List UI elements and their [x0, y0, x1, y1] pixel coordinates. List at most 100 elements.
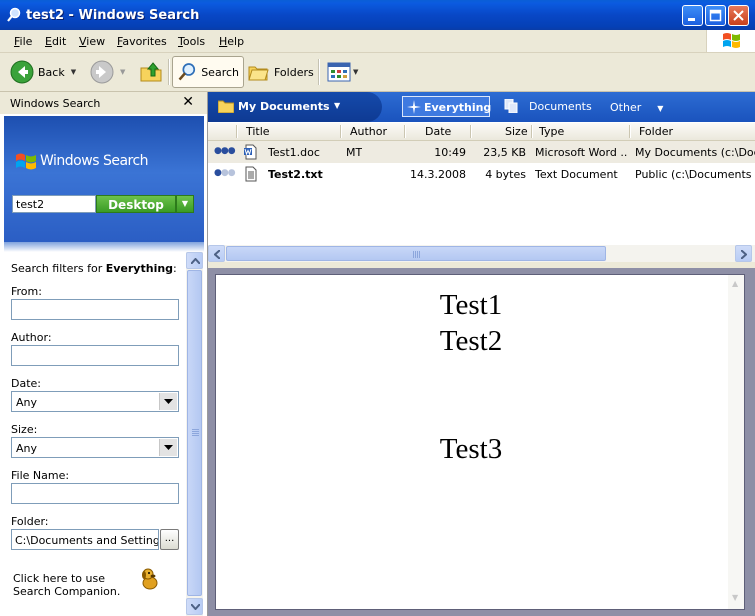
- scroll-left-button[interactable]: [208, 245, 225, 262]
- folders-button[interactable]: Folders: [248, 56, 314, 88]
- location-selector[interactable]: My Documents ▼: [208, 92, 382, 122]
- windows-logo-icon: [16, 153, 36, 170]
- views-icon: [327, 62, 351, 82]
- minimize-button[interactable]: [682, 5, 703, 26]
- scope-dropdown-icon[interactable]: ▼: [176, 195, 194, 213]
- title-bar[interactable]: test2 - Windows Search: [0, 0, 755, 30]
- menu-view[interactable]: View: [79, 35, 105, 48]
- maximize-icon: [709, 9, 722, 22]
- scope-bar: My Documents ▼ Everything Documents Othe…: [208, 92, 755, 122]
- results-horizontal-scrollbar[interactable]: [208, 245, 755, 262]
- forward-dropdown-icon[interactable]: ▼: [120, 68, 125, 76]
- back-button[interactable]: Back ▼: [10, 56, 76, 88]
- author-input[interactable]: [11, 345, 179, 366]
- date-select[interactable]: Any: [11, 391, 179, 412]
- result-title: Test2.txt: [268, 168, 323, 181]
- menu-bar: File Edit View Favorites Tools Help: [0, 30, 755, 53]
- search-pane-header: Windows Search ✕: [0, 92, 207, 114]
- search-button[interactable]: Search: [172, 56, 244, 88]
- menu-help[interactable]: Help: [219, 35, 244, 48]
- preview-scrollbar[interactable]: ▲ ▼: [728, 275, 744, 609]
- toolbar-separator: [318, 59, 320, 85]
- folder-up-icon: [140, 62, 162, 82]
- back-dropdown-icon[interactable]: ▼: [71, 68, 76, 76]
- from-input[interactable]: [11, 299, 179, 320]
- search-banner: Windows Search test2 Desktop ▼: [4, 116, 204, 242]
- chevron-left-icon: [214, 250, 220, 259]
- filters-scrollbar[interactable]: [186, 252, 203, 616]
- from-label: From:: [11, 285, 42, 298]
- result-title: Test1.doc: [268, 146, 320, 159]
- result-author: MT: [346, 146, 363, 159]
- forward-button[interactable]: ▼: [90, 56, 125, 88]
- column-date[interactable]: Date: [425, 125, 451, 138]
- chevron-down-icon: [191, 604, 200, 610]
- relevance-indicator: ●●●: [214, 146, 236, 156]
- scroll-up-button[interactable]: [186, 252, 203, 269]
- chevron-down-icon[interactable]: [159, 393, 177, 410]
- filename-label: File Name:: [11, 469, 70, 482]
- banner-fade: [4, 242, 204, 252]
- maximize-button[interactable]: [705, 5, 726, 26]
- tab-everything[interactable]: Everything: [402, 96, 491, 117]
- result-type: Microsoft Word ...: [535, 146, 627, 159]
- search-pane: Windows Search ✕ Windows Search test2 De…: [0, 92, 208, 616]
- table-row[interactable]: ●●● Test2.txt 14.3.2008 4 bytes Text Doc…: [208, 163, 755, 185]
- column-author[interactable]: Author: [350, 125, 387, 138]
- menu-tools[interactable]: Tools: [178, 35, 205, 48]
- browse-folder-button[interactable]: ...: [160, 529, 179, 550]
- search-companion-link[interactable]: Click here to use Search Companion.: [13, 572, 138, 598]
- up-folder-button[interactable]: [139, 56, 163, 88]
- menu-edit[interactable]: Edit: [45, 35, 66, 48]
- size-select[interactable]: Any: [11, 437, 179, 458]
- result-folder: My Documents (c:\Docum: [635, 146, 755, 159]
- search-pane-title: Windows Search: [10, 97, 101, 110]
- menu-file[interactable]: File: [14, 35, 32, 48]
- scroll-thumb[interactable]: [187, 270, 202, 596]
- scope-button[interactable]: Desktop: [96, 195, 176, 213]
- scroll-right-button[interactable]: [735, 245, 752, 262]
- result-date: 14.3.2008: [410, 168, 466, 181]
- everything-star-icon: [407, 100, 421, 114]
- column-folder[interactable]: Folder: [639, 125, 673, 138]
- location-dropdown-icon[interactable]: ▼: [334, 101, 340, 110]
- scroll-down-button[interactable]: [186, 598, 203, 615]
- brand-name: Windows Search: [40, 153, 149, 169]
- column-title[interactable]: Title: [246, 125, 270, 138]
- column-size[interactable]: Size: [505, 125, 528, 138]
- chevron-up-icon: [191, 258, 200, 264]
- horizontal-scroll-thumb[interactable]: [226, 246, 606, 261]
- column-type[interactable]: Type: [539, 125, 564, 138]
- chevron-right-icon: [741, 250, 747, 259]
- chevron-up-icon[interactable]: ▲: [732, 279, 738, 288]
- close-pane-icon[interactable]: ✕: [182, 94, 194, 110]
- chevron-down-icon[interactable]: [159, 439, 177, 456]
- filename-input[interactable]: [11, 483, 179, 504]
- tab-other[interactable]: Other ▼: [610, 101, 663, 114]
- views-button[interactable]: ▼: [327, 56, 358, 88]
- toolbar-separator: [168, 59, 170, 85]
- search-app-icon: [7, 7, 21, 22]
- preview-line: Test1: [439, 289, 503, 321]
- documents-icon: [504, 99, 518, 113]
- search-companion-dog-icon[interactable]: [137, 566, 163, 592]
- results-list: ●●● Test1.doc MT 10:49 23,5 KB Microsoft…: [208, 141, 755, 245]
- text-file-icon: [245, 166, 257, 182]
- menu-favorites[interactable]: Favorites: [117, 35, 167, 48]
- other-dropdown-icon[interactable]: ▼: [657, 104, 663, 113]
- close-button[interactable]: [728, 5, 749, 26]
- folder-label: Folder:: [11, 515, 49, 528]
- search-input[interactable]: test2: [12, 195, 96, 213]
- folder-input[interactable]: C:\Documents and Settings\pa: [11, 529, 159, 550]
- folders-icon: [248, 66, 269, 81]
- window-title: test2 - Windows Search: [26, 8, 200, 23]
- windows-search-window: test2 - Windows Search File Edit View Fa…: [0, 0, 755, 616]
- preview-line: Test3: [439, 433, 503, 465]
- chevron-down-icon[interactable]: ▼: [732, 593, 738, 602]
- result-date: 10:49: [434, 146, 466, 159]
- views-dropdown-icon[interactable]: ▼: [353, 68, 358, 76]
- search-filters: Search filters for Everything: From: Aut…: [0, 252, 186, 616]
- search-icon: [178, 63, 196, 81]
- minimize-icon: [688, 18, 695, 21]
- table-row[interactable]: ●●● Test1.doc MT 10:49 23,5 KB Microsoft…: [208, 141, 755, 163]
